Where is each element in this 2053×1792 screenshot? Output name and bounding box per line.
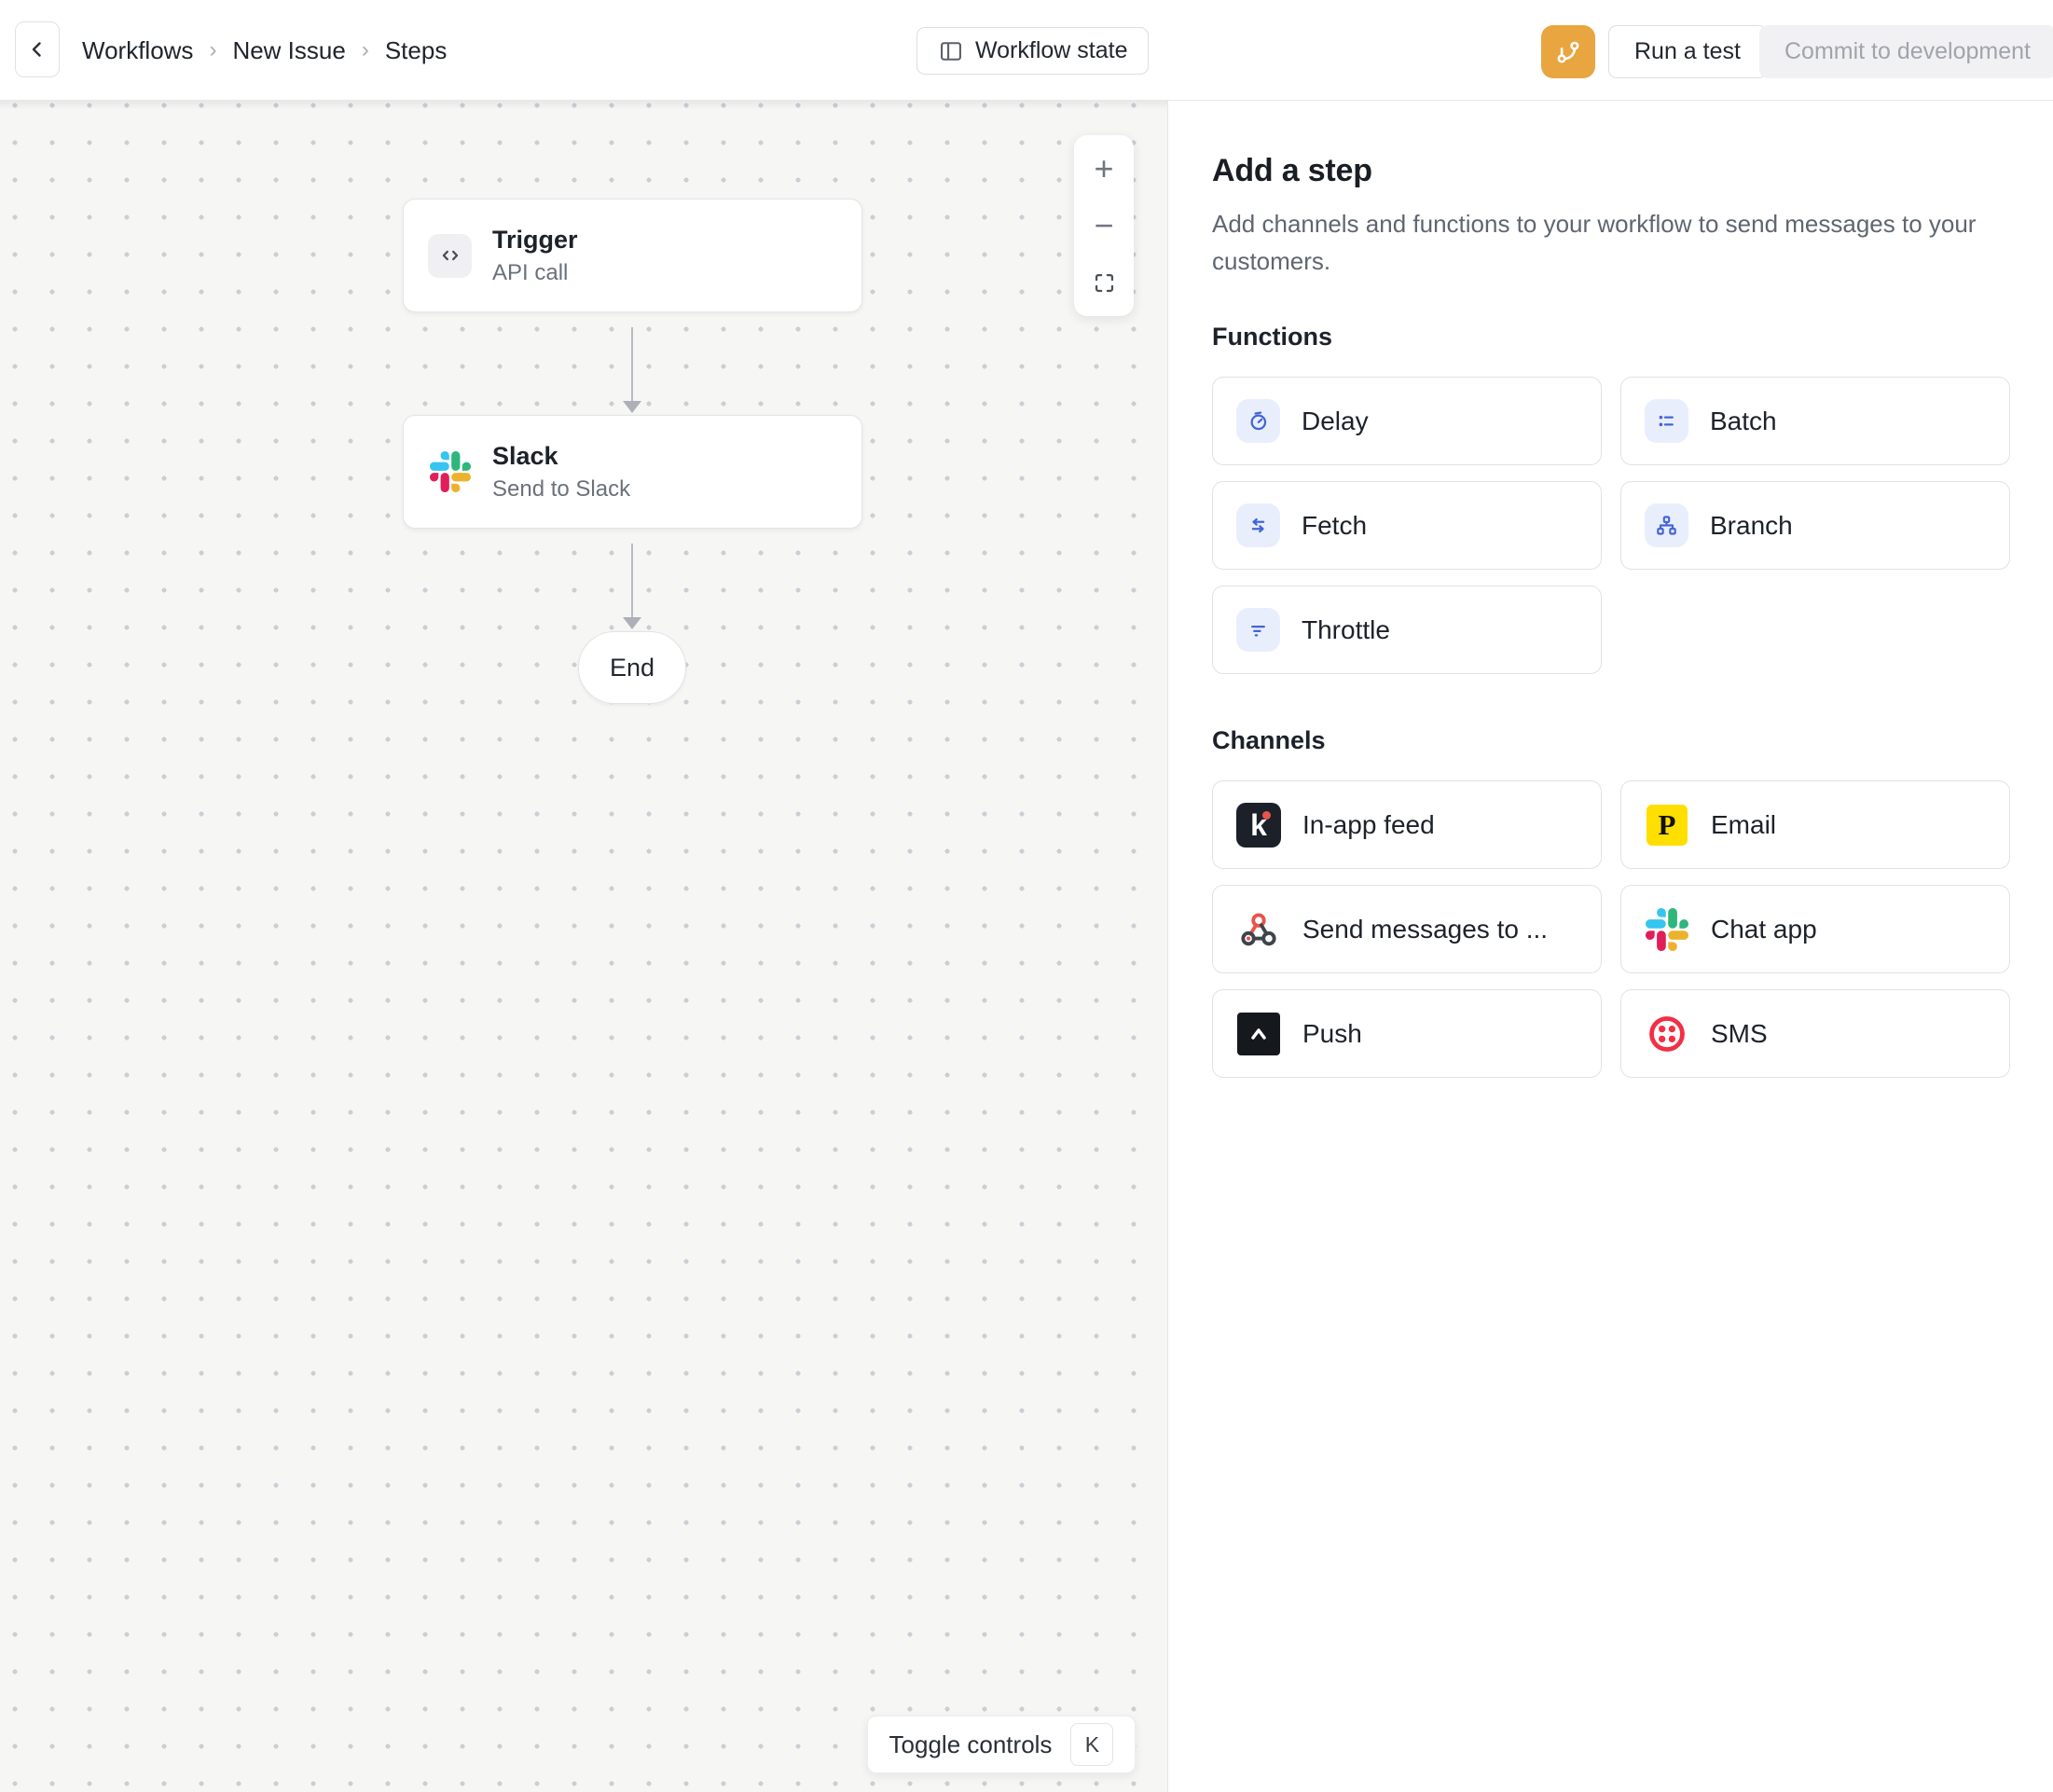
node-end-label: End	[610, 654, 654, 682]
function-card-throttle[interactable]: Throttle	[1212, 586, 1602, 674]
swap-arrows-icon	[1236, 503, 1280, 547]
channel-card-sms[interactable]: SMS	[1620, 989, 2010, 1078]
node-trigger[interactable]: Trigger API call	[403, 199, 862, 312]
breadcrumb: Workflows › New Issue › Steps	[82, 0, 447, 101]
run-test-button[interactable]: Run a test	[1608, 25, 1767, 78]
workflow-canvas[interactable]: Trigger API call Slack Send to Slack End…	[0, 101, 1168, 1792]
chevron-left-icon	[26, 38, 48, 61]
channel-card-chat-app[interactable]: Chat app	[1620, 885, 2010, 973]
twilio-logo	[1645, 1012, 1689, 1056]
side-panel-icon	[938, 38, 964, 64]
workflow-state-label: Workflow state	[975, 37, 1127, 64]
breadcrumb-item-workflows[interactable]: Workflows	[82, 36, 193, 65]
slack-logo	[428, 450, 472, 494]
top-bar: Workflows › New Issue › Steps Workflow s…	[0, 0, 2053, 101]
fullscreen-icon	[1092, 270, 1117, 296]
function-card-label: Fetch	[1302, 511, 1367, 541]
workflow-state-button[interactable]: Workflow state	[916, 27, 1149, 75]
node-end: End	[578, 631, 686, 704]
channel-card-label: Chat app	[1711, 915, 1817, 944]
slack-logo	[1645, 907, 1689, 952]
functions-heading: Functions	[1212, 323, 2008, 352]
version-branch-button[interactable]	[1541, 25, 1595, 78]
channel-card-email[interactable]: P Email	[1620, 780, 2010, 869]
panel-divider	[1167, 101, 1168, 1792]
function-card-label: Batch	[1710, 407, 1777, 436]
breadcrumb-separator: ›	[209, 37, 216, 63]
function-card-branch[interactable]: Branch	[1620, 481, 2010, 570]
back-button[interactable]	[15, 21, 60, 77]
zoom-out-button[interactable]: −	[1074, 201, 1134, 250]
fit-view-button[interactable]	[1074, 258, 1134, 307]
node-text: Slack Send to Slack	[492, 441, 630, 503]
channel-card-label: SMS	[1711, 1019, 1768, 1049]
channel-card-label: In-app feed	[1302, 810, 1435, 840]
postmark-logo: P	[1645, 803, 1689, 848]
channels-heading: Channels	[1212, 726, 2008, 755]
functions-grid: Delay Batch Fetch Branch Throttle	[1212, 377, 2008, 674]
zoom-controls: + −	[1074, 135, 1134, 316]
node-slack-subtitle: Send to Slack	[492, 476, 630, 503]
function-card-label: Branch	[1710, 511, 1793, 541]
node-text: Trigger API call	[492, 225, 578, 287]
code-icon	[428, 234, 472, 278]
breadcrumb-item-new-issue[interactable]: New Issue	[232, 36, 345, 65]
edge-slack-to-end	[631, 544, 633, 618]
list-icon	[1645, 399, 1688, 443]
panel-title: Add a step	[1212, 153, 2008, 189]
channel-card-in-app-feed[interactable]: k In-app feed	[1212, 780, 1602, 869]
toggle-controls-label: Toggle controls	[889, 1730, 1053, 1759]
channels-grid: k In-app feed P Email Send messages to .…	[1212, 780, 2008, 1078]
breadcrumb-separator: ›	[362, 37, 369, 63]
node-trigger-subtitle: API call	[492, 260, 578, 286]
knock-logo: k	[1236, 803, 1281, 848]
zoom-in-button[interactable]: +	[1074, 145, 1134, 193]
panel-description: Add channels and functions to your workf…	[1212, 205, 1986, 280]
function-card-label: Delay	[1302, 407, 1369, 436]
push-caret-logo	[1236, 1012, 1281, 1056]
channel-card-label: Push	[1302, 1019, 1362, 1049]
function-card-delay[interactable]: Delay	[1212, 377, 1602, 465]
breadcrumb-item-steps[interactable]: Steps	[385, 36, 448, 65]
node-trigger-title: Trigger	[492, 225, 578, 256]
toggle-controls-button[interactable]: Toggle controls K	[867, 1716, 1136, 1773]
commit-label: Commit to development	[1784, 38, 2031, 65]
run-test-label: Run a test	[1634, 38, 1741, 65]
channel-card-webhook[interactable]: Send messages to ...	[1212, 885, 1602, 973]
keyboard-shortcut-badge: K	[1070, 1723, 1113, 1766]
git-branch-icon	[1554, 38, 1582, 66]
channel-card-label: Email	[1711, 810, 1776, 840]
webhook-icon	[1236, 907, 1281, 952]
function-card-batch[interactable]: Batch	[1620, 377, 2010, 465]
function-card-label: Throttle	[1302, 615, 1390, 645]
throttle-lines-icon	[1236, 608, 1280, 652]
node-slack-title: Slack	[492, 441, 630, 473]
channel-card-label: Send messages to ...	[1302, 915, 1548, 944]
channel-card-push[interactable]: Push	[1212, 989, 1602, 1078]
stopwatch-icon	[1236, 399, 1280, 443]
commit-to-development-button[interactable]: Commit to development	[1759, 25, 2053, 78]
hierarchy-icon	[1645, 503, 1688, 547]
edge-trigger-to-slack	[631, 327, 633, 402]
add-step-panel: Add a step Add channels and functions to…	[1168, 101, 2053, 1792]
function-card-fetch[interactable]: Fetch	[1212, 481, 1602, 570]
node-slack[interactable]: Slack Send to Slack	[403, 415, 862, 529]
